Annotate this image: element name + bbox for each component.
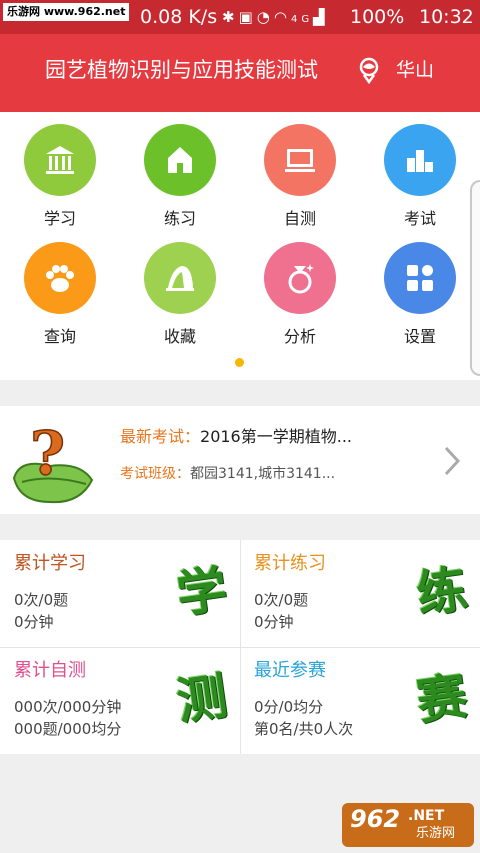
chevron-right-icon[interactable] (440, 444, 464, 478)
svg-text:?: ? (30, 419, 65, 489)
circle-bg (264, 242, 336, 314)
stat-title: 最近参赛 (254, 660, 326, 681)
signal-icon: ▟ (313, 8, 329, 26)
menu-item-practice[interactable]: 练习 (120, 112, 240, 230)
ring-icon (288, 264, 314, 294)
latest-exam-label: 最新考试： (120, 427, 201, 446)
menu-item-query[interactable]: 查询 (0, 230, 120, 348)
menu-item-favorites[interactable]: 收藏 (120, 230, 240, 348)
latest-exam-line: 最新考试：2016第一学期植物... (120, 426, 352, 448)
stat-character: 赛 (413, 665, 471, 732)
menu-grid: 学习 练习 自测 考试 查询 收藏 分析 设置 (0, 112, 480, 380)
stat-study[interactable]: 累计学习 0次/0题 0分钟 学 (0, 540, 240, 647)
circle-bg (384, 242, 456, 314)
stat-practice[interactable]: 累计练习 0次/0题 0分钟 练 (240, 540, 480, 647)
stat-character: 测 (173, 665, 231, 732)
divider-horizontal (0, 647, 480, 648)
latest-exam-value: 2016第一学期植物... (200, 427, 352, 446)
menu-item-selftest[interactable]: 自测 (240, 112, 360, 230)
stat-line2: 0分钟 (14, 613, 54, 631)
stat-line1: 0次/0题 (14, 591, 69, 609)
bookmark-icon (166, 266, 194, 291)
stat-selftest[interactable]: 累计自测 000次/000分钟 000题/000均分 测 (0, 647, 240, 754)
bluetooth-icon: ✱ (222, 8, 239, 26)
clock: 10:32 (419, 6, 474, 28)
stat-line2: 000题/000均分 (14, 720, 122, 738)
stat-line1: 000次/000分钟 (14, 698, 122, 716)
circle-bg (384, 124, 456, 196)
menu-item-analysis[interactable]: 分析 (240, 230, 360, 348)
school-logo-icon[interactable] (355, 56, 383, 84)
stat-title: 累计自测 (14, 660, 86, 681)
question-leaf-icon: ? (12, 418, 94, 504)
watermark-top: 乐游网 www.962.net (3, 3, 130, 21)
menu-label: 设置 (403, 327, 436, 346)
paw-icon (46, 265, 74, 292)
circle-bg (264, 124, 336, 196)
app-header: 园艺植物识别与应用技能测试 华山 (0, 34, 480, 112)
page-indicator-dot (235, 358, 244, 367)
stat-character: 学 (173, 558, 231, 625)
circle-bg (24, 242, 96, 314)
watermark-suffix: .NET (408, 808, 445, 824)
menu-label: 学习 (43, 209, 76, 228)
nfc-icon: ▣ (238, 8, 257, 26)
stat-line1: 0次/0题 (254, 591, 309, 609)
house-icon (168, 147, 192, 173)
circle-bg (144, 124, 216, 196)
latest-exam-card[interactable]: ? 最新考试：2016第一学期植物... 考试班级：都园3141,城市3141.… (0, 406, 480, 514)
bank-icon (46, 146, 74, 174)
stat-title: 累计学习 (14, 553, 86, 574)
stat-line2: 0分钟 (254, 613, 294, 631)
stat-line1: 0分/0均分 (254, 698, 324, 716)
menu-item-settings[interactable]: 设置 (360, 230, 480, 348)
podium-icon (407, 150, 433, 172)
4g-icon: 4G (290, 14, 314, 25)
wifi-icon: ◠ (273, 8, 291, 26)
grid-icon (407, 265, 433, 291)
circle-bg (144, 242, 216, 314)
alarm-icon: ◔ (256, 8, 274, 26)
school-name[interactable]: 华山 (396, 56, 434, 84)
menu-label: 练习 (163, 209, 196, 228)
page-title: 园艺植物识别与应用技能测试 (45, 58, 318, 82)
net-speed: 0.08 K/s (140, 6, 218, 28)
exam-class-label: 考试班级： (120, 466, 190, 482)
menu-label: 查询 (43, 327, 76, 346)
exam-class-value: 都园3141,城市3141... (190, 466, 336, 482)
monitor-icon (285, 149, 315, 172)
watermark-number: 962 (350, 805, 401, 833)
stat-character: 练 (413, 558, 471, 625)
status-icons: ✱▣◔◠4G▟ (222, 8, 329, 29)
status-bar: 乐游网 www.962.net 0.08 K/s ✱▣◔◠4G▟ 100% 10… (0, 0, 480, 34)
menu-item-exam[interactable]: 考试 (360, 112, 480, 230)
watermark-logo: 962 .NET 乐游网 (342, 803, 474, 847)
stat-line2: 第0名/共0人次 (254, 720, 354, 738)
menu-label: 考试 (403, 209, 436, 228)
menu-label: 分析 (283, 327, 316, 346)
edge-panel-handle[interactable] (470, 180, 480, 376)
exam-class-line: 考试班级：都园3141,城市3141... (120, 464, 335, 484)
stat-title: 累计练习 (254, 553, 326, 574)
battery-level: 100% (350, 6, 405, 28)
circle-bg (24, 124, 96, 196)
menu-label: 收藏 (163, 327, 196, 346)
watermark-site: 乐游网 (416, 826, 456, 841)
menu-item-study[interactable]: 学习 (0, 112, 120, 230)
stat-competition[interactable]: 最近参赛 0分/0均分 第0名/共0人次 赛 (240, 647, 480, 754)
menu-label: 自测 (283, 209, 316, 228)
stats-panel: 累计学习 0次/0题 0分钟 学 累计练习 0次/0题 0分钟 练 累计自测 0… (0, 540, 480, 754)
